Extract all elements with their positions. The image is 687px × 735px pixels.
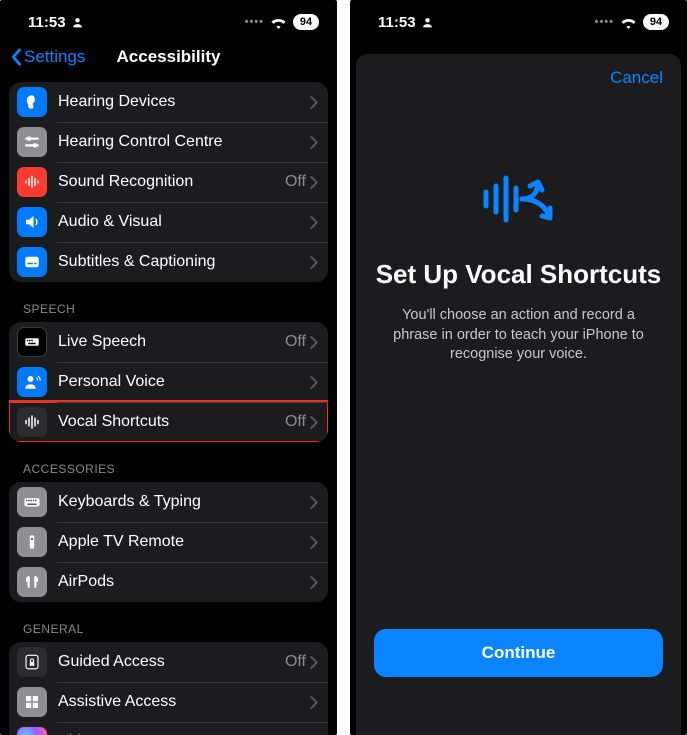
row-airpods[interactable]: AirPods [9, 562, 328, 602]
row-value: Off [285, 413, 306, 431]
nav-bar: Settings Accessibility [0, 38, 337, 76]
row-label: Hearing Devices [58, 93, 310, 111]
person-voice-icon [17, 367, 47, 397]
row-apple-tv[interactable]: Apple TV Remote [9, 522, 328, 562]
chevron-right-icon [310, 576, 318, 589]
row-hearing-devices[interactable]: Hearing Devices [9, 82, 328, 122]
row-label: Keyboards & Typing [58, 493, 310, 511]
row-label: Apple TV Remote [58, 533, 310, 551]
row-label: Vocal Shortcuts [58, 413, 285, 431]
row-vocal-shortcuts[interactable]: Vocal ShortcutsOff [9, 402, 328, 442]
ear-icon [17, 87, 47, 117]
section-header: GENERAL [9, 608, 328, 642]
keyboard-icon [17, 327, 47, 357]
row-audio-visual[interactable]: Audio & Visual [9, 202, 328, 242]
row-label: Audio & Visual [58, 213, 310, 231]
row-label: Subtitles & Captioning [58, 253, 310, 271]
chevron-right-icon [310, 96, 318, 109]
sound-icon [17, 167, 47, 197]
chevron-right-icon [310, 376, 318, 389]
continue-button[interactable]: Continue [374, 629, 663, 677]
chevron-right-icon [310, 336, 318, 349]
wifi-icon [270, 16, 287, 29]
grid-icon [17, 687, 47, 717]
settings-list[interactable]: Hearing Devices Hearing Control Centre Sou… [0, 76, 337, 735]
row-live-speech[interactable]: Live SpeechOff [9, 322, 328, 362]
row-value: Off [285, 333, 306, 351]
modal-subtitle: You'll choose an action and record a phr… [384, 306, 654, 365]
waveform-icon [17, 407, 47, 437]
row-label: Assistive Access [58, 693, 310, 711]
row-value: Off [285, 173, 306, 191]
row-value: Off [285, 653, 306, 671]
cancel-button[interactable]: Cancel [610, 68, 663, 88]
chevron-right-icon [310, 176, 318, 189]
modal-content: Set Up Vocal Shortcuts You'll choose an … [374, 88, 663, 629]
phone-left-settings: 11:53 •••• 94 Settings Accessibility Hea… [0, 0, 337, 735]
status-bar: 11:53 •••• 94 [350, 0, 687, 38]
status-bar: 11:53 •••• 94 [0, 0, 337, 38]
siri-icon [17, 727, 47, 735]
battery-indicator: 94 [293, 14, 319, 30]
section-header: ACCESSORIES [9, 448, 328, 482]
row-personal-voice[interactable]: Personal Voice [9, 362, 328, 402]
airpods-icon [17, 567, 47, 597]
wifi-icon [620, 16, 637, 29]
modal-title: Set Up Vocal Shortcuts [376, 259, 662, 290]
chevron-right-icon [310, 656, 318, 669]
chevron-right-icon [310, 216, 318, 229]
modal-header: Cancel [374, 68, 663, 88]
row-label: Personal Voice [58, 373, 310, 391]
row-label: Hearing Control Centre [58, 133, 310, 151]
row-guided-access[interactable]: Guided AccessOff [9, 642, 328, 682]
row-label: AirPods [58, 573, 310, 591]
remote-icon [17, 527, 47, 557]
status-right: •••• 94 [245, 14, 319, 30]
row-label: Guided Access [58, 653, 285, 671]
row-sound-recognition[interactable]: Sound RecognitionOff [9, 162, 328, 202]
row-siri[interactable]: Siri [9, 722, 328, 735]
row-label: Live Speech [58, 333, 285, 351]
status-left: 11:53 [378, 14, 434, 31]
chevron-right-icon [310, 256, 318, 269]
status-right: •••• 94 [595, 14, 669, 30]
row-assistive-access[interactable]: Assistive Access [9, 682, 328, 722]
slider-icon [17, 127, 47, 157]
chevron-right-icon [310, 496, 318, 509]
person-icon [421, 16, 434, 29]
section-header: SPEECH [9, 288, 328, 322]
vocal-shortcuts-hero-icon [480, 168, 558, 235]
chevron-right-icon [310, 136, 318, 149]
row-hearing-control[interactable]: Hearing Control Centre [9, 122, 328, 162]
phone-right-modal: 11:53 •••• 94 Cancel [350, 0, 687, 735]
battery-indicator: 94 [643, 14, 669, 30]
row-keyboards[interactable]: Keyboards & Typing [9, 482, 328, 522]
status-time: 11:53 [378, 14, 416, 31]
keyboard2-icon [17, 487, 47, 517]
nav-title: Accessibility [0, 47, 337, 67]
speaker-icon [17, 207, 47, 237]
row-label: Sound Recognition [58, 173, 285, 191]
cellular-dots-icon: •••• [595, 16, 614, 28]
cellular-dots-icon: •••• [245, 16, 264, 28]
lock-icon [17, 647, 47, 677]
setup-modal: Cancel Set Up Vocal Shortcuts You'll cho… [356, 54, 681, 735]
row-subtitles[interactable]: Subtitles & Captioning [9, 242, 328, 282]
chevron-right-icon [310, 536, 318, 549]
chevron-right-icon [310, 696, 318, 709]
status-time: 11:53 [28, 14, 66, 31]
captions-icon [17, 247, 47, 277]
status-left: 11:53 [28, 14, 84, 31]
chevron-right-icon [310, 416, 318, 429]
person-icon [71, 16, 84, 29]
